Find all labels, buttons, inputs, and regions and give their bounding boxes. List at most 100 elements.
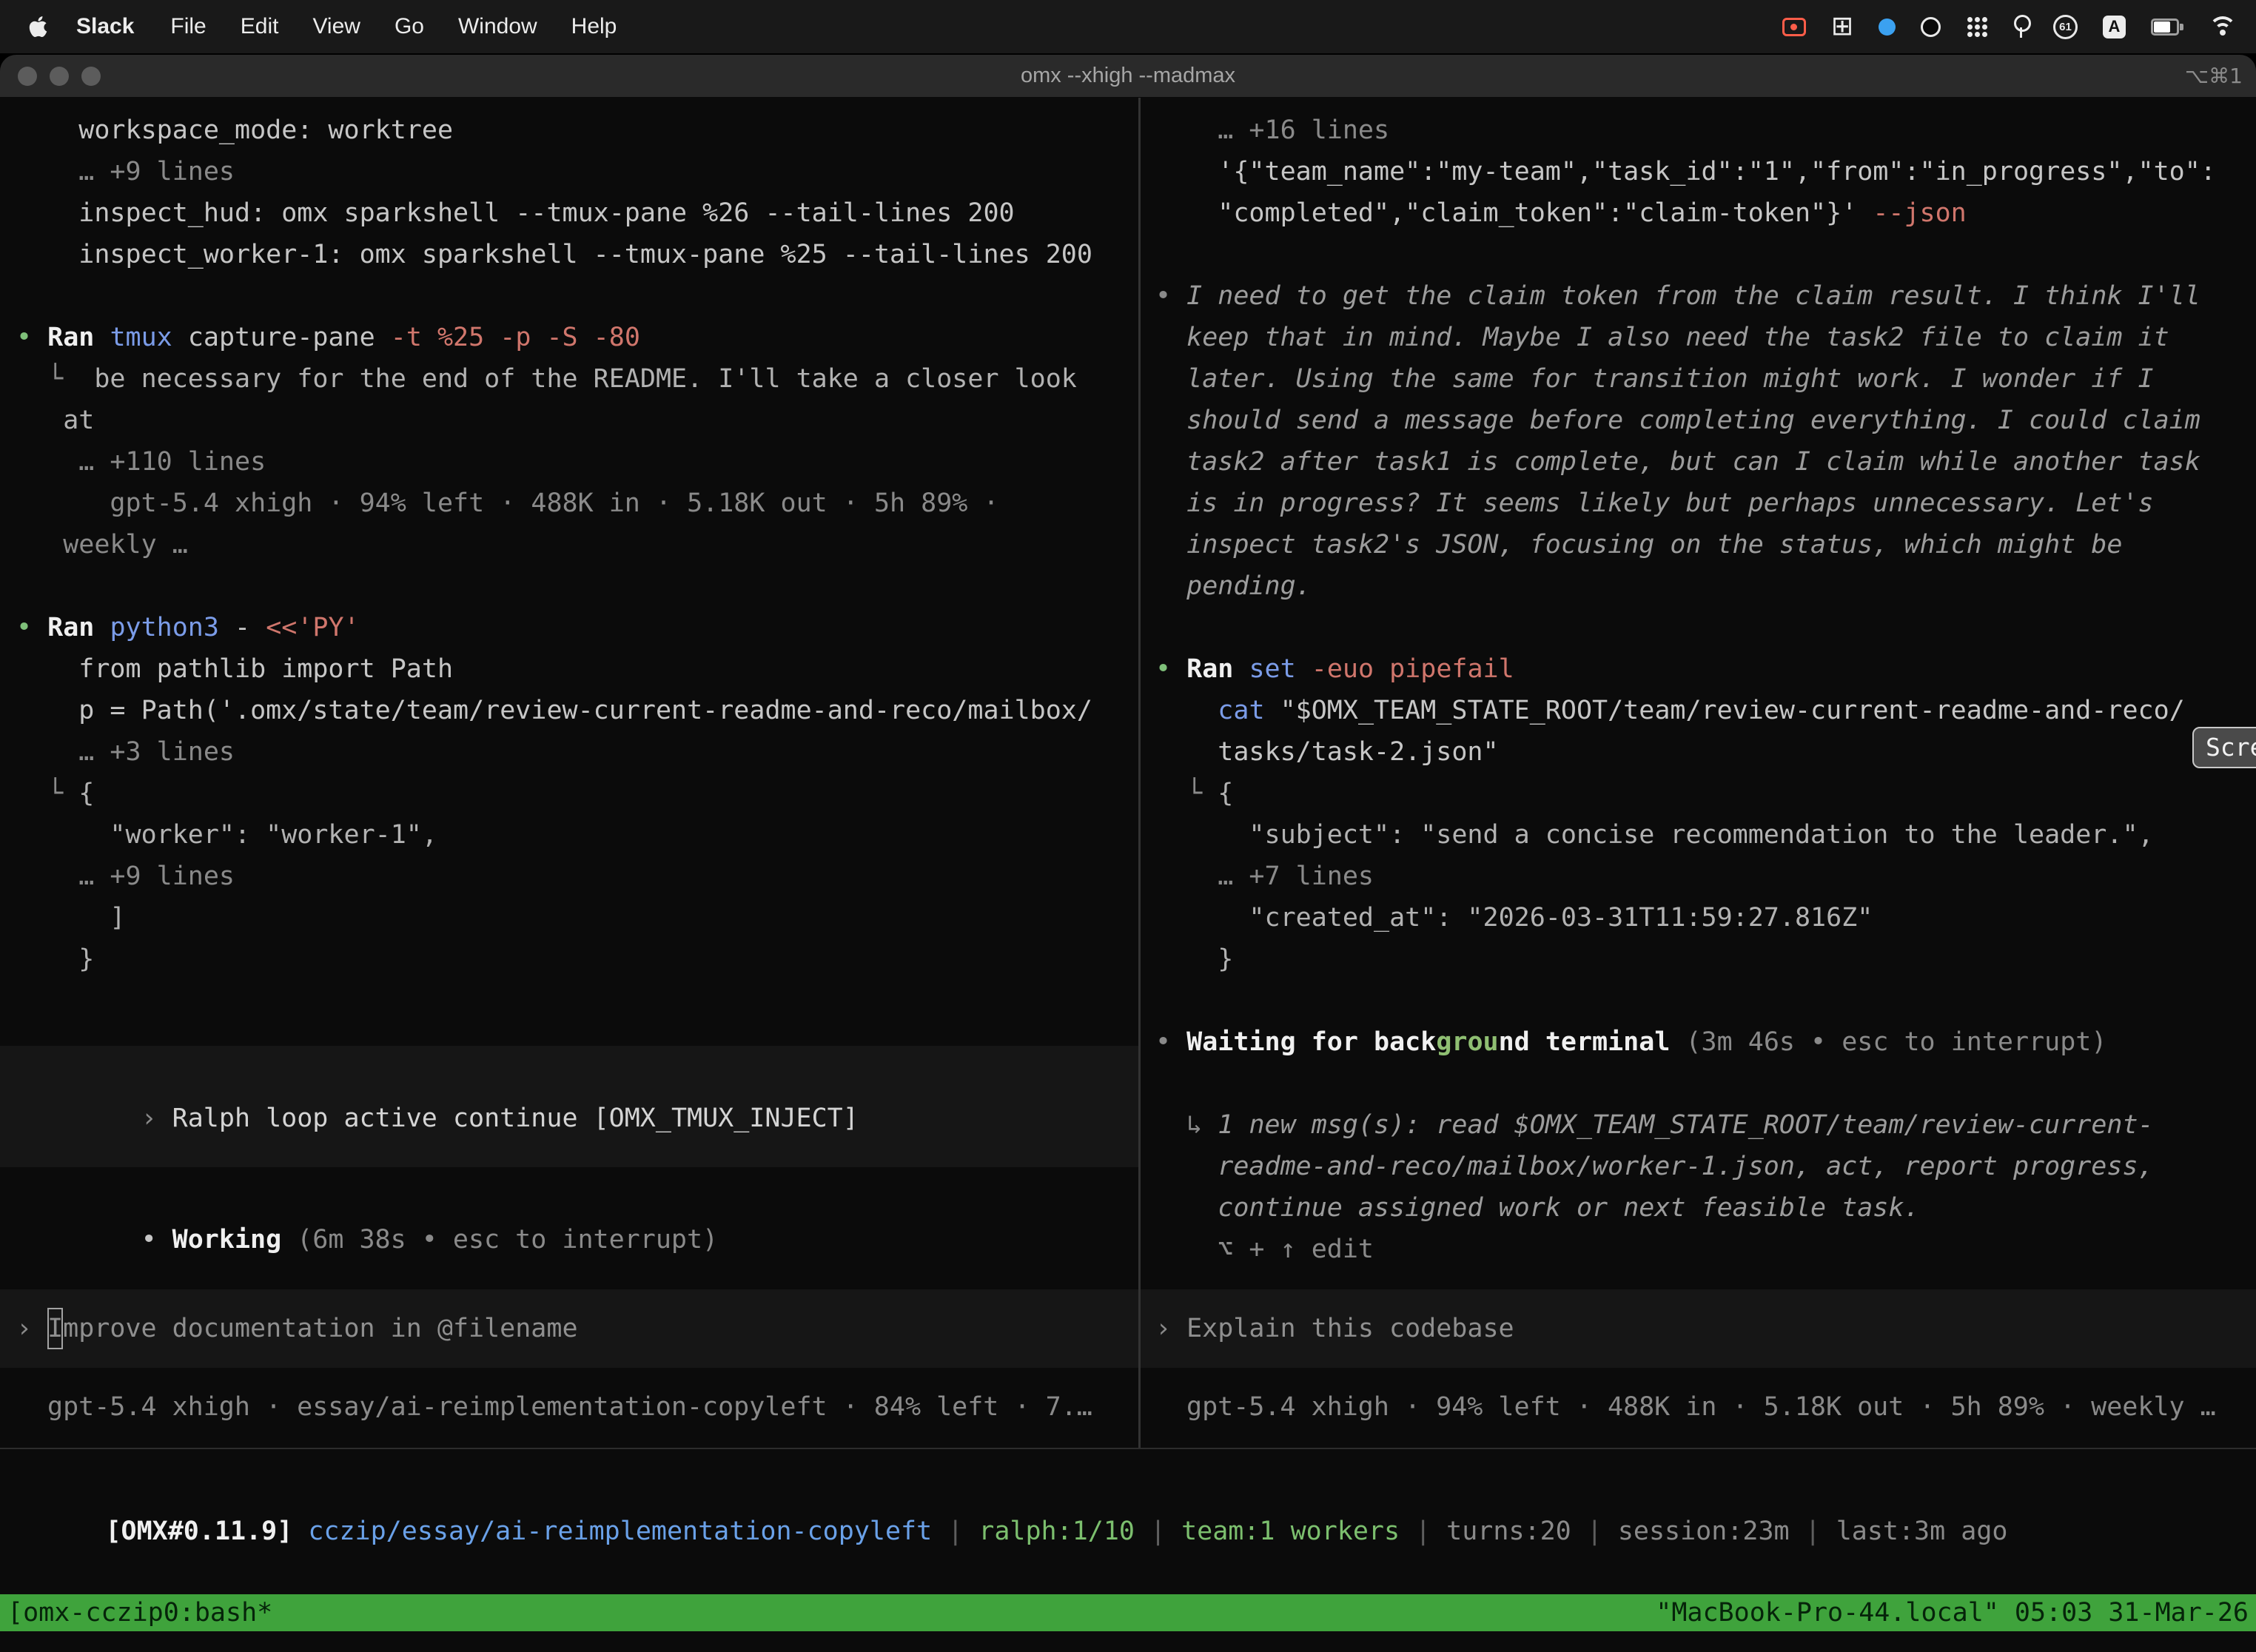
terminal-line: "created_at": "2026-03-31T11:59:27.816Z": [1155, 897, 2252, 939]
terminal-line: … +16 lines: [1155, 110, 2252, 151]
working-label: Working: [172, 1225, 282, 1255]
droplet-icon[interactable]: [1879, 19, 1896, 36]
terminal-scrollback-left: workspace_mode: worktree … +9 lines insp…: [16, 110, 1134, 980]
terminal-line: from pathlib import Path: [16, 648, 1134, 690]
terminal-line: p = Path('.omx/state/team/review-current…: [16, 690, 1134, 731]
terminal-line: • I need to get the claim token from the…: [1155, 275, 2252, 317]
screen-recording-icon[interactable]: [1782, 18, 1806, 36]
ralph-counter: ralph:1/10: [978, 1517, 1135, 1546]
terminal-window: omx --xhigh --madmax ⌥⌘1 workspace_mode:…: [0, 55, 2256, 1652]
terminal-line: ↳ 1 new msg(s): read $OMX_TEAM_STATE_ROO…: [1155, 1104, 2252, 1146]
terminal-line: pending.: [1155, 565, 2252, 607]
window-title: omx --xhigh --madmax: [0, 64, 2256, 88]
macos-menu-bar: Slack File Edit View Go Window Help ⊞ 61…: [0, 0, 2256, 53]
terminal-content: workspace_mode: worktree … +9 lines insp…: [0, 98, 2256, 1652]
pane-bottom-border: [0, 1448, 2256, 1449]
terminal-line: task2 after task1 is complete, but can I…: [1155, 441, 2252, 483]
terminal-line: • Waiting for background terminal (3m 46…: [1155, 1021, 2252, 1063]
key-icon[interactable]: [2013, 15, 2028, 38]
tmux-status-bar: [omx-cczip0:bash* "MacBook-Pro-44.local"…: [0, 1594, 2256, 1631]
composer-input-right[interactable]: ›Explain this codebase: [1141, 1289, 2256, 1368]
composer-placeholder: mprove documentation in @filename: [63, 1308, 577, 1349]
terminal-line: [1155, 1063, 2252, 1104]
terminal-line: tasks/task-2.json": [1155, 731, 2252, 773]
battery-nub: [2180, 24, 2183, 30]
terminal-line: … +3 lines: [16, 731, 1134, 773]
tmux-host-clock: "MacBook-Pro-44.local" 05:03 31-Mar-26: [1656, 1592, 2249, 1633]
terminal-line: continue assigned work or next feasible …: [1155, 1187, 2252, 1229]
menu-file[interactable]: File: [153, 14, 223, 39]
terminal-line: └ be necessary for the end of the README…: [16, 358, 1134, 400]
terminal-scrollback-right: … +16 lines '{"team_name":"my-team","tas…: [1155, 110, 2252, 1270]
terminal-line: ⌥ + ↑ edit: [1155, 1229, 2252, 1270]
separator: |: [1805, 1517, 1821, 1546]
terminal-line: "completed","claim_token":"claim-token"}…: [1155, 192, 2252, 234]
separator: |: [1415, 1517, 1431, 1546]
minimize-button[interactable]: [50, 67, 69, 86]
text-cursor: I: [47, 1308, 63, 1349]
terminal-line: … +9 lines: [16, 151, 1134, 192]
terminal-line: inspect_worker-1: omx sparkshell --tmux-…: [16, 234, 1134, 275]
terminal-line: readme-and-reco/mailbox/worker-1.json, a…: [1155, 1146, 2252, 1187]
apple-menu[interactable]: [0, 15, 57, 38]
menu-go[interactable]: Go: [377, 14, 441, 39]
separator: |: [1587, 1517, 1602, 1546]
terminal-line: [16, 275, 1134, 317]
terminal-line: • Ran python3 - <<'PY': [16, 607, 1134, 648]
tmux-pane-left[interactable]: workspace_mode: worktree … +9 lines insp…: [0, 98, 1138, 1652]
terminal-line: [1155, 607, 2252, 648]
apple-icon: [28, 15, 48, 38]
tmux-session-name: [omx-cczip0:bash*: [7, 1592, 272, 1633]
menu-window[interactable]: Window: [441, 14, 554, 39]
title-bar[interactable]: omx --xhigh --madmax ⌥⌘1: [0, 55, 2256, 98]
dots-grid-icon[interactable]: [1966, 16, 1988, 38]
active-app-name[interactable]: Slack: [57, 14, 153, 39]
session-footer-right: gpt-5.4 xhigh · 94% left · 488K in · 5.1…: [1186, 1386, 2216, 1428]
terminal-line: └ {: [16, 773, 1134, 814]
terminal-line: … +7 lines: [1155, 856, 2252, 897]
terminal-line: inspect task2's JSON, focusing on the st…: [1155, 524, 2252, 565]
composer-input-left[interactable]: › Improve documentation in @filename: [0, 1289, 1138, 1368]
screen-overlay-chip[interactable]: Scre: [2192, 727, 2256, 768]
terminal-line: … +9 lines: [16, 856, 1134, 897]
prompt-chevron-icon: ›: [16, 1308, 32, 1349]
window-tab-shortcut: ⌥⌘1: [2185, 64, 2243, 88]
prompt-chevron-icon: ›: [1155, 1308, 1171, 1349]
window-grid-icon[interactable]: ⊞: [1831, 13, 1853, 40]
terminal-line: at: [16, 400, 1134, 441]
input-source-icon[interactable]: A: [2103, 16, 2126, 38]
workspace-path: cczip/essay/ai-reimplementation-copyleft: [308, 1517, 932, 1546]
menu-view[interactable]: View: [295, 14, 377, 39]
traffic-lights: [0, 67, 101, 86]
terminal-line: … +110 lines: [16, 441, 1134, 483]
zoom-button[interactable]: [81, 67, 101, 86]
inject-banner: ›Ralph loop active continue [OMX_TMUX_IN…: [0, 1046, 1138, 1167]
terminal-line: workspace_mode: worktree: [16, 110, 1134, 151]
terminal-line: • Ran tmux capture-pane -t %25 -p -S -80: [16, 317, 1134, 358]
prompt-chevron-icon: ›: [141, 1104, 157, 1133]
terminal-line: weekly …: [16, 524, 1134, 565]
turns-counter: turns:20: [1446, 1517, 1571, 1546]
working-detail: (6m 38s • esc to interrupt): [297, 1225, 718, 1255]
app-circle-icon[interactable]: [1921, 17, 1941, 37]
menu-edit[interactable]: Edit: [224, 14, 296, 39]
menu-bar-status-icons: ⊞ 61 A: [1782, 13, 2256, 40]
battery-icon[interactable]: [2151, 19, 2183, 36]
badge-61-icon[interactable]: 61: [2053, 15, 2078, 39]
terminal-line: gpt-5.4 xhigh · 94% left · 488K in · 5.1…: [16, 483, 1134, 524]
session-duration: session:23m: [1618, 1517, 1790, 1546]
wifi-icon[interactable]: [2209, 16, 2237, 38]
terminal-line: ]: [16, 897, 1134, 939]
separator: |: [1150, 1517, 1166, 1546]
omx-version: [OMX#0.11.9]: [105, 1517, 292, 1546]
battery-fill: [2154, 21, 2170, 33]
terminal-line: └ {: [1155, 773, 2252, 814]
menu-help[interactable]: Help: [554, 14, 634, 39]
terminal-line: later. Using the same for transition mig…: [1155, 358, 2252, 400]
terminal-line: '{"team_name":"my-team","task_id":"1","f…: [1155, 151, 2252, 192]
last-activity: last:3m ago: [1836, 1517, 2008, 1546]
tmux-pane-right[interactable]: … +16 lines '{"team_name":"my-team","tas…: [1141, 98, 2256, 1652]
terminal-line: is in progress? It seems likely but perh…: [1155, 483, 2252, 524]
terminal-line: inspect_hud: omx sparkshell --tmux-pane …: [16, 192, 1134, 234]
close-button[interactable]: [18, 67, 37, 86]
